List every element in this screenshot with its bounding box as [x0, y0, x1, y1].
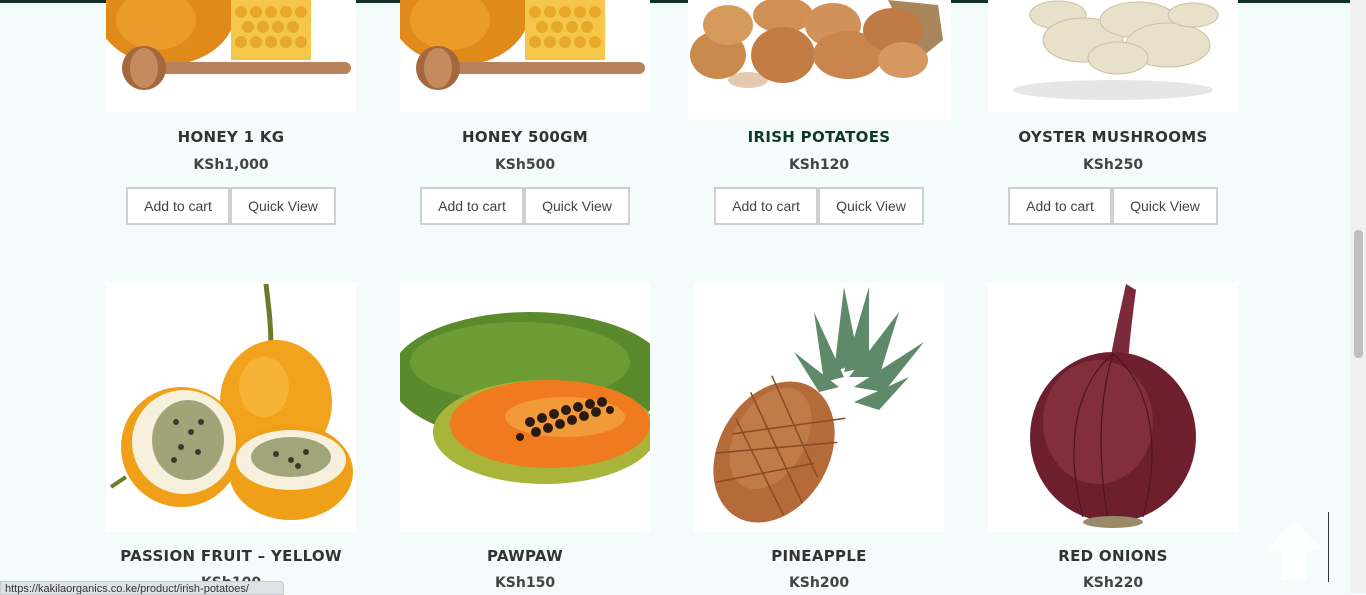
add-to-cart-button[interactable]: Add to cart	[714, 187, 818, 225]
arrow-up-icon	[1266, 520, 1322, 580]
product-card-irish-potatoes: IRISH POTATOES KSh120 Add to cart Quick …	[688, 0, 951, 230]
product-title[interactable]: OYSTER MUSHROOMS	[988, 128, 1238, 146]
scrollbar-thumb[interactable]	[1354, 230, 1363, 358]
page-scrollbar[interactable]	[1350, 0, 1366, 593]
product-image[interactable]	[988, 0, 1238, 112]
product-card-pawpaw: PAWPAW KSh150	[400, 282, 650, 593]
product-image[interactable]	[106, 0, 356, 112]
quick-view-button[interactable]: Quick View	[1112, 187, 1218, 225]
add-to-cart-button[interactable]: Add to cart	[126, 187, 230, 225]
product-card-honey-1kg: HONEY 1 KG KSh1,000 Add to cart Quick Vi…	[106, 0, 356, 230]
product-image[interactable]	[400, 282, 650, 532]
add-to-cart-button[interactable]: Add to cart	[420, 187, 524, 225]
product-actions: Add to cart Quick View	[1008, 187, 1218, 225]
product-image[interactable]	[988, 282, 1238, 532]
red-onion-image	[1030, 284, 1196, 528]
product-title[interactable]: HONEY 500GM	[400, 128, 650, 146]
passion-fruit-image	[109, 283, 353, 520]
product-price: KSh120	[788, 157, 850, 173]
product-title[interactable]: PINEAPPLE	[694, 547, 944, 565]
product-title[interactable]: RED ONIONS	[988, 547, 1238, 565]
honey-jar-image	[106, 0, 351, 90]
product-price: KSh1,000	[193, 157, 269, 173]
product-actions: Add to cart Quick View	[714, 187, 924, 225]
quick-view-button[interactable]: Quick View	[818, 187, 924, 225]
product-card-oyster-mushrooms: OYSTER MUSHROOMS KSh250 Add to cart Quic…	[988, 0, 1238, 230]
potatoes-image	[690, 0, 943, 88]
honey-jar-image	[400, 0, 645, 90]
product-price: KSh250	[1082, 157, 1144, 173]
product-price: KSh200	[788, 575, 850, 591]
product-price: KSh500	[494, 157, 556, 173]
quick-view-button[interactable]: Quick View	[524, 187, 630, 225]
product-image[interactable]	[694, 282, 944, 532]
product-image[interactable]	[688, 0, 951, 120]
divider	[1328, 512, 1329, 582]
product-price: KSh150	[494, 575, 556, 591]
product-card-pineapple: PINEAPPLE KSh200	[694, 282, 944, 593]
product-card-honey-500gm: HONEY 500GM KSh500 Add to cart Quick Vie…	[400, 0, 650, 230]
product-card-red-onions: RED ONIONS KSh220	[988, 282, 1238, 593]
product-card-passion-fruit: PASSION FRUIT – YELLOW KSh100	[106, 282, 356, 593]
product-price: KSh220	[1082, 575, 1144, 591]
product-title[interactable]: PASSION FRUIT – YELLOW	[106, 547, 356, 565]
pawpaw-image	[400, 312, 650, 484]
mushrooms-image	[1013, 0, 1219, 100]
add-to-cart-button[interactable]: Add to cart	[1008, 187, 1112, 225]
product-actions: Add to cart Quick View	[126, 187, 336, 225]
pineapple-image	[713, 287, 924, 523]
product-title[interactable]: PAWPAW	[400, 547, 650, 565]
product-title[interactable]: IRISH POTATOES	[694, 128, 944, 146]
quick-view-button[interactable]: Quick View	[230, 187, 336, 225]
back-to-top-button[interactable]	[1262, 518, 1326, 582]
product-image[interactable]	[106, 282, 356, 532]
product-actions: Add to cart Quick View	[420, 187, 630, 225]
product-image[interactable]	[400, 0, 650, 112]
product-title[interactable]: HONEY 1 KG	[106, 128, 356, 146]
